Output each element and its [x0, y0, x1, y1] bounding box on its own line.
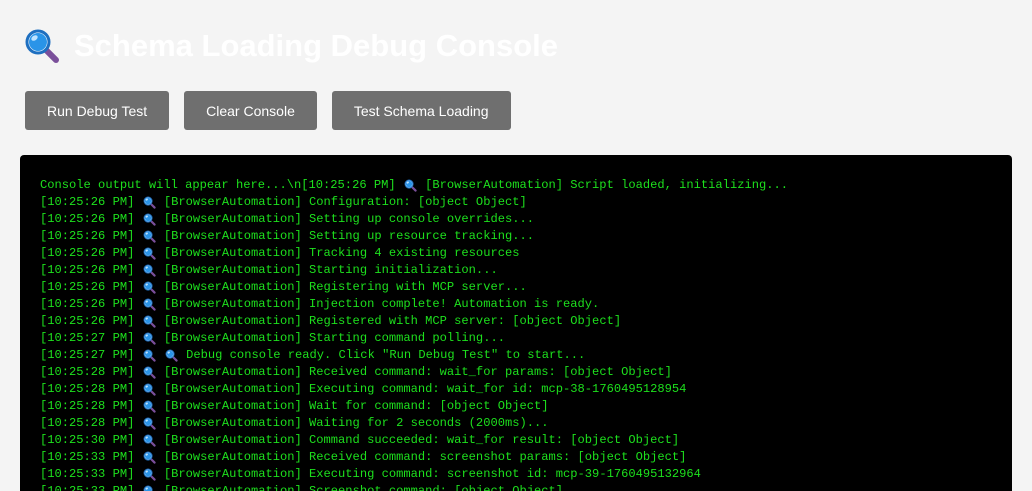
magnifying-glass-icon: [143, 315, 156, 328]
console-log-line: [10:25:26 PM] [BrowserAutomation] Regist…: [40, 313, 1012, 330]
console-log-line: [10:25:33 PM] [BrowserAutomation] Execut…: [40, 466, 1012, 483]
console-log-line: [10:25:30 PM] [BrowserAutomation] Comman…: [40, 432, 1012, 449]
magnifying-glass-icon: [165, 349, 178, 362]
magnifying-glass-icon: [143, 281, 156, 294]
log-text: [BrowserAutomation] Injection complete! …: [156, 297, 600, 311]
console-log-line: [10:25:28 PM] [BrowserAutomation] Wait f…: [40, 398, 1012, 415]
magnifying-glass-icon: [143, 434, 156, 447]
console-log-line: [10:25:26 PM] [BrowserAutomation] Settin…: [40, 228, 1012, 245]
magnifying-glass-icon: [143, 468, 156, 481]
test-schema-loading-button[interactable]: Test Schema Loading: [331, 91, 511, 130]
log-text: [BrowserAutomation] Starting command pol…: [156, 331, 505, 345]
magnifying-glass-icon: [143, 196, 156, 209]
log-text: [10:25:33 PM]: [40, 484, 142, 491]
console-log-line: [10:25:33 PM] [BrowserAutomation] Receiv…: [40, 449, 1012, 466]
log-text: [10:25:27 PM]: [40, 348, 142, 362]
console-log-line: [10:25:27 PM] [BrowserAutomation] Starti…: [40, 330, 1012, 347]
log-text: [BrowserAutomation] Screenshot command: …: [156, 484, 564, 491]
log-text: [10:25:26 PM]: [40, 195, 142, 209]
clear-console-button[interactable]: Clear Console: [184, 91, 317, 130]
log-text: [BrowserAutomation] Waiting for 2 second…: [156, 416, 549, 430]
log-text: [BrowserAutomation] Received command: sc…: [156, 450, 687, 464]
magnifying-glass-icon: [143, 230, 156, 243]
log-text: [BrowserAutomation] Configuration: [obje…: [156, 195, 527, 209]
run-debug-test-button[interactable]: Run Debug Test: [25, 91, 170, 130]
log-text: [BrowserAutomation] Tracking 4 existing …: [156, 246, 520, 260]
console-log-line: [10:25:26 PM] [BrowserAutomation] Settin…: [40, 211, 1012, 228]
log-text: Debug console ready. Click "Run Debug Te…: [178, 348, 586, 362]
magnifying-glass-icon: [25, 29, 59, 63]
log-text: [BrowserAutomation] Registered with MCP …: [156, 314, 622, 328]
log-text: [10:25:26 PM]: [40, 263, 142, 277]
magnifying-glass-icon: [143, 298, 156, 311]
header: Schema Loading Debug Console: [24, 26, 558, 66]
page-title: Schema Loading Debug Console: [74, 28, 558, 63]
console-log-line: [10:25:26 PM] [BrowserAutomation] Config…: [40, 194, 1012, 211]
magnifying-glass-icon: [143, 417, 156, 430]
log-text: [10:25:28 PM]: [40, 382, 142, 396]
console-log-line: [10:25:33 PM] [BrowserAutomation] Screen…: [40, 483, 1012, 491]
log-text: [BrowserAutomation] Executing command: w…: [156, 382, 687, 396]
log-text: [10:25:30 PM]: [40, 433, 142, 447]
magnifying-glass-icon: [143, 247, 156, 260]
magnifying-glass-icon: [143, 451, 156, 464]
magnifying-glass-icon: [143, 213, 156, 226]
magnifying-glass-icon: [143, 400, 156, 413]
console-log-line: [10:25:26 PM] [BrowserAutomation] Starti…: [40, 262, 1012, 279]
console-output[interactable]: Console output will appear here...\n[10:…: [20, 155, 1012, 491]
log-text: [BrowserAutomation] Executing command: s…: [156, 467, 701, 481]
debug-console-page: Schema Loading Debug Console Run Debug T…: [0, 0, 1032, 491]
log-text: [BrowserAutomation] Registering with MCP…: [156, 280, 527, 294]
magnifying-glass-icon: [143, 264, 156, 277]
log-text: [10:25:26 PM]: [40, 280, 142, 294]
magnifying-glass-icon: [143, 366, 156, 379]
log-text: [10:25:28 PM]: [40, 416, 142, 430]
console-log-line: [10:25:26 PM] [BrowserAutomation] Regist…: [40, 279, 1012, 296]
log-text: [10:25:28 PM]: [40, 399, 142, 413]
log-text: [10:25:26 PM]: [40, 212, 142, 226]
log-text: [BrowserAutomation] Setting up console o…: [156, 212, 534, 226]
magnifying-glass-icon: [143, 332, 156, 345]
log-text: [10:25:27 PM]: [40, 331, 142, 345]
console-log-line: [10:25:27 PM] Debug console ready. Click…: [40, 347, 1012, 364]
magnifying-glass-icon: [143, 485, 153, 491]
console-log-line: [10:25:28 PM] [BrowserAutomation] Execut…: [40, 381, 1012, 398]
toolbar: Run Debug Test Clear Console Test Schema…: [25, 91, 526, 130]
log-text: [BrowserAutomation] Command succeeded: w…: [156, 433, 680, 447]
magnifying-glass-icon: [143, 349, 156, 362]
console-log-line: [10:25:26 PM] [BrowserAutomation] Inject…: [40, 296, 1012, 313]
log-text: [10:25:28 PM]: [40, 365, 142, 379]
magnifying-glass-icon: [404, 179, 417, 192]
magnifying-glass-icon: [143, 383, 156, 396]
log-text: [10:25:26 PM]: [40, 246, 142, 260]
log-text: [BrowserAutomation] Starting initializat…: [156, 263, 498, 277]
log-text: [BrowserAutomation] Received command: wa…: [156, 365, 672, 379]
console-log-line: [10:25:28 PM] [BrowserAutomation] Receiv…: [40, 364, 1012, 381]
log-text: [10:25:33 PM]: [40, 450, 142, 464]
log-text: [10:25:33 PM]: [40, 467, 142, 481]
log-text: [10:25:26 PM]: [40, 229, 142, 243]
log-text: [BrowserAutomation] Script loaded, initi…: [417, 178, 789, 192]
log-text: [10:25:26 PM]: [40, 314, 142, 328]
log-text: [BrowserAutomation] Setting up resource …: [156, 229, 534, 243]
log-text: [BrowserAutomation] Wait for command: [o…: [156, 399, 549, 413]
log-text: Console output will appear here...\n[10:…: [40, 178, 403, 192]
console-log-line: Console output will appear here...\n[10:…: [40, 177, 1012, 194]
log-text: [10:25:26 PM]: [40, 297, 142, 311]
console-log-line: [10:25:26 PM] [BrowserAutomation] Tracki…: [40, 245, 1012, 262]
console-log-line: [10:25:28 PM] [BrowserAutomation] Waitin…: [40, 415, 1012, 432]
